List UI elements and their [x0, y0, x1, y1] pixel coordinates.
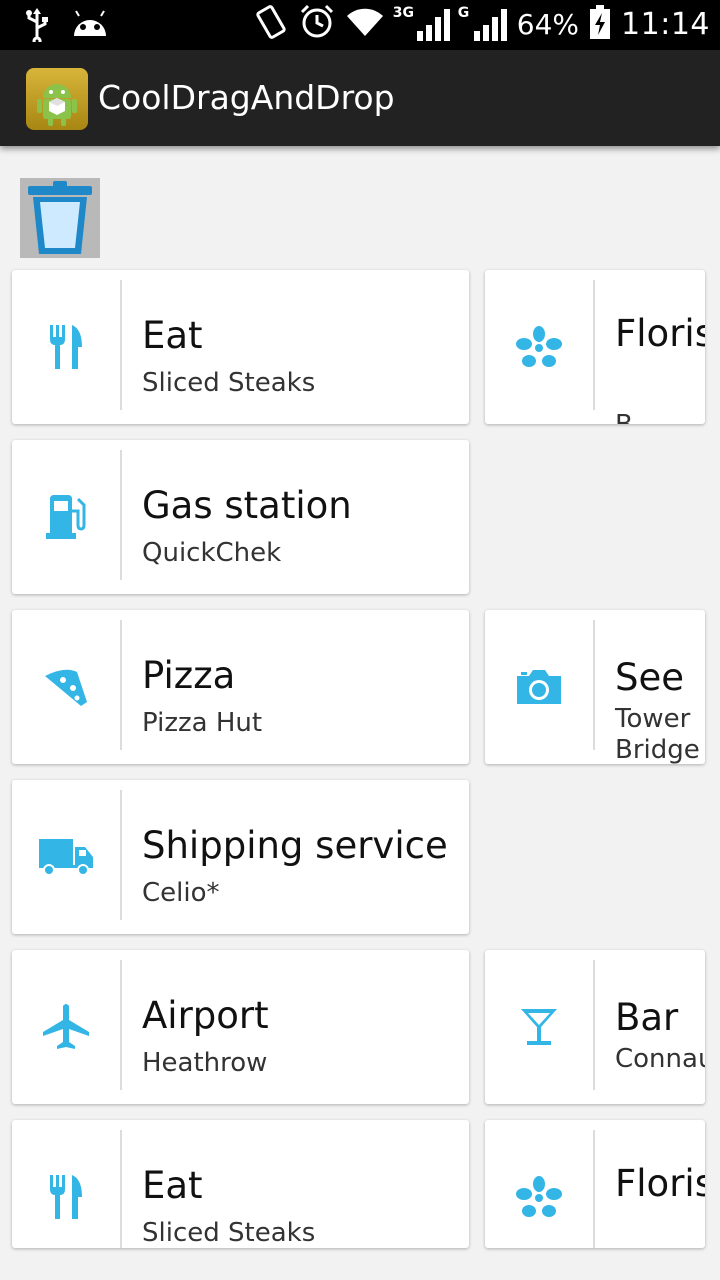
- camera-icon: [517, 670, 561, 704]
- item-title: Shipping service: [142, 824, 448, 867]
- truck-icon: [39, 839, 93, 875]
- item-title: Florist: [615, 1162, 705, 1205]
- wifi-icon: [345, 6, 385, 43]
- pizza-icon: [45, 669, 87, 706]
- item-title: Pizza: [142, 654, 236, 697]
- list-item[interactable]: Pizza Pizza Hut: [12, 610, 469, 764]
- network-type-label: G: [457, 4, 470, 21]
- status-bar: 3G G 64% 11:14: [0, 0, 720, 50]
- signal-g-icon: G: [458, 5, 507, 41]
- item-subtitle: Pizza Hut: [142, 708, 263, 738]
- cocktail-icon: [521, 1009, 557, 1045]
- flower-icon: [516, 326, 562, 367]
- item-subtitle: QuickChek: [142, 538, 282, 568]
- battery-charging-icon: [589, 5, 611, 44]
- trash-icon: [28, 181, 92, 254]
- clock: 11:14: [621, 7, 710, 42]
- item-subtitle: Celio*: [142, 878, 220, 908]
- item-title: See: [615, 656, 685, 699]
- item-title: Florist: [615, 312, 705, 355]
- item-title: Eat: [142, 1164, 203, 1207]
- list-item[interactable]: Eat Sliced Steaks: [12, 1120, 469, 1248]
- app-logo-icon[interactable]: [26, 68, 88, 130]
- fork-knife-icon: [50, 325, 82, 369]
- list-item[interactable]: Florist B...: [485, 270, 705, 424]
- item-title: Bar: [615, 996, 679, 1039]
- item-subtitle: Sliced Steaks: [142, 1218, 316, 1248]
- list-item[interactable]: Airport Heathrow: [12, 950, 469, 1104]
- fork-knife-icon: [50, 1175, 82, 1219]
- list-item[interactable]: Florist: [485, 1120, 705, 1248]
- list-item[interactable]: Shipping service Celio*: [12, 780, 469, 934]
- item-title: Gas station: [142, 484, 352, 527]
- alarm-icon: [299, 4, 335, 45]
- item-title: Airport: [142, 994, 269, 1037]
- list-item[interactable]: Gas station QuickChek: [12, 440, 469, 594]
- usb-icon: [22, 8, 52, 47]
- app-title: CoolDragAndDrop: [98, 78, 395, 117]
- list-item[interactable]: Eat Sliced Steaks: [12, 270, 469, 424]
- gas-pump-icon: [46, 495, 86, 539]
- action-bar: CoolDragAndDrop: [0, 50, 720, 146]
- network-type-label: 3G: [392, 4, 415, 21]
- item-subtitle: Heathrow: [142, 1048, 268, 1078]
- signal-3g-icon: 3G: [393, 5, 450, 41]
- battery-percent: 64%: [516, 8, 580, 41]
- list-item[interactable]: See Tower Bridge: [485, 610, 705, 764]
- vibrate-icon: [253, 4, 289, 45]
- airplane-icon: [43, 1004, 89, 1049]
- item-subtitle: Connaught: [615, 1044, 705, 1074]
- android-icon: [70, 10, 110, 45]
- list-item[interactable]: Bar Connaught: [485, 950, 705, 1104]
- trash-drop-zone[interactable]: [20, 178, 100, 258]
- item-title: Eat: [142, 314, 203, 357]
- flower-icon: [516, 1176, 562, 1217]
- item-subtitle: Sliced Steaks: [142, 368, 316, 398]
- item-subtitle: Tower Bridge: [615, 704, 700, 764]
- item-subtitle: B...: [615, 410, 705, 424]
